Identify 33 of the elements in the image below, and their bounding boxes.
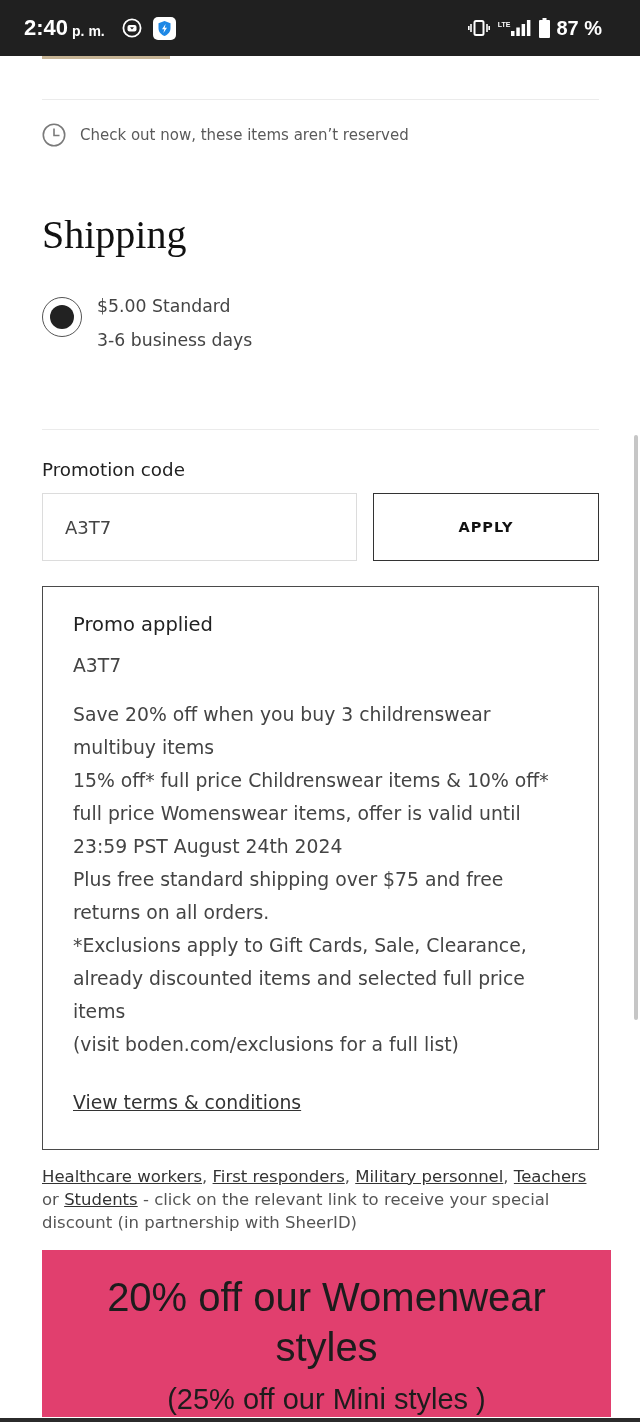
download-icon	[121, 18, 142, 38]
radio-button[interactable]	[42, 297, 82, 337]
promo-description: 15% off* full price Childrenswear items & 10% off* full price Womenswear items, offer is valid until 23:59 PST August 24th 2024	[73, 769, 550, 859]
reservation-notice: Check out now, these items aren’t reserved	[80, 126, 409, 144]
promo-description: (visit boden.com/exclusions for a full list)	[73, 1033, 460, 1057]
shield-icon	[152, 16, 176, 40]
promo-description: Plus free standard shipping over $75 and free returns on all orders.	[73, 868, 505, 925]
discount-link[interactable]: Military personnel	[355, 1167, 504, 1186]
section-heading: Shipping	[42, 212, 187, 257]
clock-icon	[42, 123, 66, 147]
banner-headline: 20% off our Womenwear styles	[107, 1275, 546, 1369]
clock-time: 2:40	[24, 15, 69, 41]
discount-link[interactable]: First responders	[212, 1167, 345, 1186]
apply-button[interactable]: APPLY	[373, 493, 599, 561]
discount-link[interactable]: Healthcare workers	[42, 1167, 203, 1186]
vibrate-icon	[467, 20, 490, 36]
battery-percentage: 87 %	[556, 16, 602, 40]
field-label: Promotion code	[42, 459, 185, 480]
terms-link[interactable]: View terms & conditions	[73, 1092, 302, 1113]
time-period: p. m.	[72, 22, 105, 39]
promo-title: Promo applied	[73, 613, 213, 636]
signal-icon	[511, 20, 532, 36]
banner-subline: (25% off our Mini styles )	[167, 1383, 486, 1415]
promo-code: A3T7	[73, 655, 122, 676]
promo-description: *Exclusions apply to Gift Cards, Sale, Clearance, already discounted items and selected full price items	[73, 934, 528, 1024]
discount-link[interactable]: Students	[64, 1190, 138, 1209]
battery-icon	[539, 18, 551, 38]
discount-notice: Healthcare workers, First responders, Military personnel, Teachers or Students - click on the relevant link to receive your special discount (in partnership with SheerID)	[42, 1166, 588, 1234]
delivery-time: 3-6 business days	[97, 329, 253, 352]
shipping-option-label: $5.00 Standard	[97, 295, 232, 318]
discount-link[interactable]: Teachers	[513, 1167, 587, 1186]
promo-description: Save 20% off when you buy 3 childrenswear multibuy items	[73, 703, 492, 760]
promo-code-input[interactable]: A3T7	[42, 493, 357, 561]
